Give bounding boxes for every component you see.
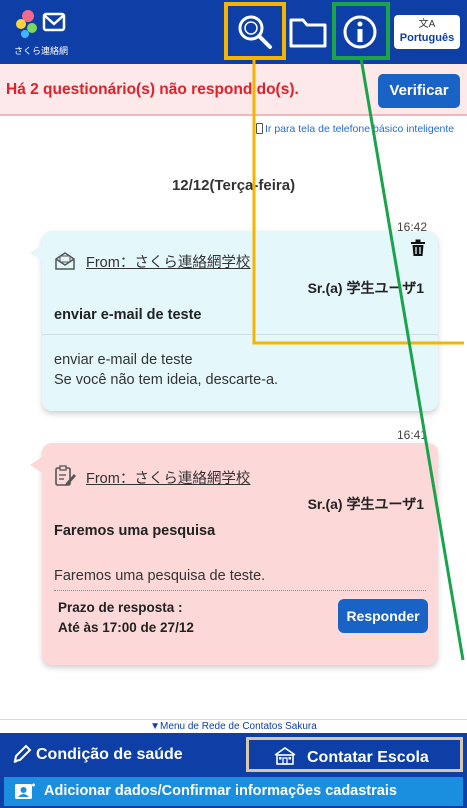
from-text: From：さくら連絡網学校 — [86, 255, 251, 271]
contact-school-button[interactable]: Contatar Escola — [246, 737, 463, 772]
dotted-divider — [54, 590, 426, 591]
deadline-label: Prazo de resposta : — [58, 600, 183, 615]
pencil-icon — [13, 744, 32, 763]
language-label: Português — [399, 32, 455, 44]
search-icon — [238, 15, 272, 49]
message-from[interactable]: From：さくら連絡網学校 — [54, 251, 250, 272]
message-body-line: Se você não tem ideia, descarte-a. — [54, 372, 279, 388]
verify-button[interactable]: Verificar — [378, 74, 460, 108]
recipient: Sr.(a) 学生ユーザ1 — [307, 280, 424, 296]
info-button[interactable] — [338, 10, 382, 54]
info-icon — [343, 15, 377, 49]
clipboard-edit-icon — [55, 465, 76, 486]
divider — [42, 334, 438, 335]
message-body-line: Faremos uma pesquisa de teste. — [54, 568, 266, 584]
card-tail — [30, 457, 42, 473]
id-card-icon — [15, 783, 35, 799]
menu-toggle-link[interactable]: ▼Menu de Rede de Contatos Sakura — [0, 719, 467, 733]
logo-text: さくら連絡網 — [14, 47, 69, 57]
footer-menu: Condição de saúde Contatar Escola Adicio… — [0, 733, 467, 808]
folder-icon — [289, 18, 327, 48]
language-button[interactable]: 文A Português — [394, 15, 460, 49]
message-body-line: enviar e-mail de teste — [54, 352, 193, 368]
translate-icon: 文A — [418, 19, 436, 30]
message-card[interactable]: From：さくら連絡網学校 Sr.(a) 学生ユーザ1 enviar e-mai… — [30, 231, 438, 411]
app-header: さくら連絡網 文A Português — [0, 0, 467, 64]
message-subject: enviar e-mail de teste — [54, 307, 202, 323]
trash-icon[interactable] — [410, 239, 426, 257]
register-info-button[interactable]: Adicionar dados/Confirmar informações ca… — [4, 777, 463, 806]
register-info-label: Adicionar dados/Confirmar informações ca… — [44, 783, 397, 799]
message-time: 16:41 — [397, 428, 428, 442]
basic-phone-link[interactable]: Ir para tela de telefone básico intelige… — [256, 123, 454, 135]
health-condition-label: Condição de saúde — [36, 746, 183, 763]
recipient: Sr.(a) 学生ユーザ1 — [307, 496, 424, 512]
card-tail — [30, 245, 42, 261]
sakura-logo-icon — [16, 10, 66, 38]
message-from[interactable]: From：さくら連絡網学校 — [54, 465, 250, 488]
from-text: From：さくら連絡網学校 — [86, 471, 251, 487]
folder-button[interactable] — [286, 10, 330, 54]
survey-card[interactable]: From：さくら連絡網学校 Sr.(a) 学生ユーザ1 Faremos uma … — [30, 443, 438, 665]
date-heading: 12/12(Terça-feira) — [171, 177, 296, 194]
message-subject: Faremos uma pesquisa — [54, 523, 216, 539]
contact-school-label: Contatar Escola — [307, 749, 429, 766]
health-condition-button[interactable]: Condição de saúde — [4, 737, 241, 772]
unanswered-notice: Há 2 questionário(s) não respondido(s). … — [0, 64, 467, 116]
app-logo[interactable]: さくら連絡網 — [14, 6, 74, 58]
deadline-value: Até às 17:00 de 27/12 — [58, 620, 194, 635]
envelope-icon — [55, 252, 75, 270]
basic-phone-link-text: Ir para tela de telefone básico intelige… — [265, 123, 455, 135]
school-icon — [274, 747, 296, 765]
search-button[interactable] — [233, 10, 277, 54]
notice-text: Há 2 questionário(s) não respondido(s). — [6, 81, 299, 98]
respond-button[interactable]: Responder — [338, 599, 428, 633]
phone-icon — [256, 123, 263, 134]
